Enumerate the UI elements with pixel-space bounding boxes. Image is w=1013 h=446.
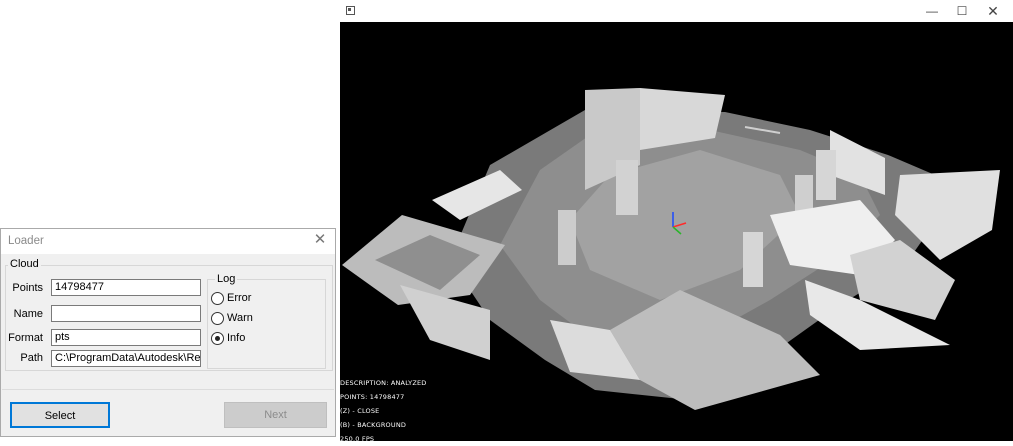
overlay-close-hint: (Z) - CLOSE	[340, 407, 380, 415]
loader-title: Loader	[8, 235, 44, 247]
pillar	[616, 160, 638, 215]
warn-radio[interactable]	[211, 312, 224, 325]
maximize-icon[interactable]: ☐	[947, 0, 977, 22]
overlay-description: DESCRIPTION: ANALYZED	[340, 379, 427, 387]
path-field[interactable]: C:\ProgramData\Autodesk\Revit\A	[51, 350, 201, 367]
next-button[interactable]: Next	[224, 402, 327, 428]
info-radio-label: Info	[227, 332, 246, 344]
pillar	[743, 232, 763, 287]
close-window-icon[interactable]: ✕	[978, 0, 1008, 22]
log-group-label: Log	[215, 273, 238, 285]
format-label: Format	[8, 332, 43, 344]
viewer-titlebar[interactable]: — ☐ ✕	[340, 0, 1013, 22]
divider	[2, 389, 334, 390]
format-field[interactable]: pts	[51, 329, 201, 346]
overlay-points: POINTS: 14798477	[340, 393, 405, 401]
cloud-group-label: Cloud	[8, 258, 41, 270]
pillar	[816, 150, 836, 200]
name-label: Name	[13, 308, 43, 320]
points-label: Points	[12, 282, 43, 294]
points-field[interactable]: 14798477	[51, 279, 201, 296]
point-cloud-viewer-window: — ☐ ✕ DESCRIPTION: ANALYZED POINTS: 1479…	[340, 0, 1013, 443]
overlay-fps: 250.0 FPS	[340, 435, 375, 443]
close-icon[interactable]: ✕	[313, 232, 327, 247]
path-label: Path	[20, 352, 43, 364]
pillar	[558, 210, 576, 265]
log-groupbox	[207, 279, 326, 369]
error-radio[interactable]	[211, 292, 224, 305]
point-cloud-render[interactable]	[340, 22, 1013, 441]
loader-dialog: Loader ✕ Cloud Points 14798477 Name Form…	[0, 228, 336, 437]
name-field[interactable]	[51, 305, 201, 322]
info-radio[interactable]	[211, 332, 224, 345]
viewer-info-overlay: DESCRIPTION: ANALYZED POINTS: 14798477 (…	[340, 376, 427, 446]
warn-radio-label: Warn	[227, 312, 253, 324]
minimize-icon[interactable]: —	[917, 0, 947, 22]
loader-titlebar[interactable]: Loader ✕	[1, 229, 335, 254]
select-button[interactable]: Select	[10, 402, 110, 428]
error-radio-label: Error	[227, 292, 252, 304]
overlay-background-hint: (B) - BACKGROUND	[340, 421, 407, 429]
app-icon	[346, 6, 355, 15]
